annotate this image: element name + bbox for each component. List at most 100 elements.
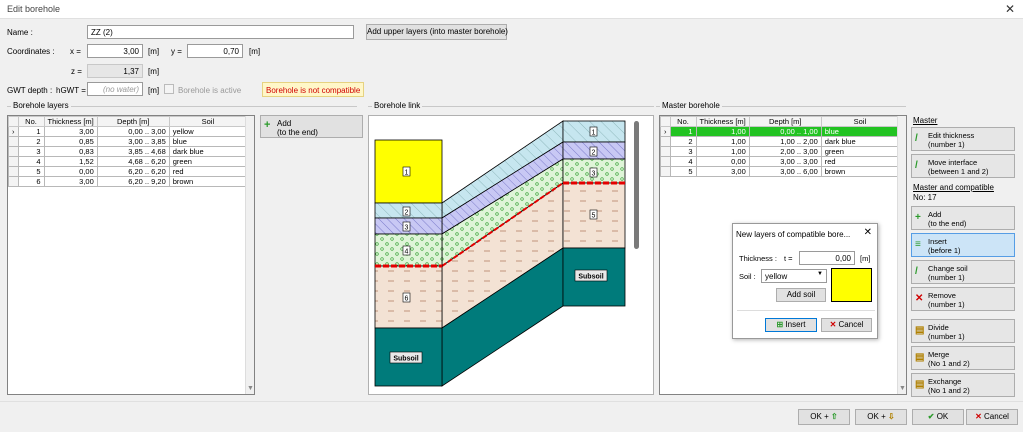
vertical-scrollbar[interactable]: ▼: [245, 116, 254, 394]
x-unit: [m]: [148, 47, 160, 56]
arrow-up-icon: ⇧: [830, 412, 838, 421]
insert-button[interactable]: ⊞ Insert: [765, 318, 817, 332]
thickness-label: Thickness :: [739, 254, 777, 263]
move-icon: /: [915, 160, 918, 171]
move-interface-button[interactable]: / Move interface (between 1 and 2): [911, 154, 1015, 178]
thickness-input[interactable]: 0,00: [799, 251, 855, 265]
remove-button[interactable]: ✕ Remove (number 1): [911, 287, 1015, 311]
table-row[interactable]: 5 0,00 6,20 .. 6,20 red: [8, 166, 248, 177]
check-icon: ✔: [927, 412, 935, 421]
dialog-title: New layers of compatible bore...: [736, 230, 851, 239]
insert-icon: ≡: [915, 239, 921, 250]
exchange-button[interactable]: ▤ Exchange (No 1 and 2): [911, 373, 1015, 397]
table-row-selected[interactable]: › 1 1,00 0,00 .. 1,00 blue: [660, 126, 900, 137]
t-label: t =: [784, 254, 793, 263]
close-icon[interactable]: ✕: [864, 227, 872, 238]
merge-icon: ▤: [915, 352, 925, 363]
table-row[interactable]: 5 3,00 3,00 .. 6,00 brown: [660, 166, 900, 177]
col-no: No.: [17, 116, 45, 127]
layer-tag-left-6: 6: [405, 296, 409, 303]
col-soil: Soil: [168, 116, 248, 127]
active-checkbox[interactable]: [164, 84, 174, 94]
cancel-button[interactable]: ✕ Cancel: [821, 318, 872, 332]
layer-tag-right-2: 2: [592, 150, 596, 157]
add-layer-sublabel: (to the end): [277, 128, 318, 137]
layer-tag-right-3: 3: [592, 171, 596, 178]
gwt-input[interactable]: (no water): [87, 82, 143, 96]
col-thickness: Thickness [m]: [43, 116, 98, 127]
merge-button[interactable]: ▤ Merge (No 1 and 2): [911, 346, 1015, 370]
table-row[interactable]: › 1 3,00 0,00 .. 3,00 yellow: [8, 126, 248, 137]
close-icon[interactable]: ✕: [1005, 2, 1015, 16]
insert-before-button[interactable]: ≡ Insert (before 1): [911, 233, 1015, 257]
borehole-link-header: Borehole link: [368, 101, 654, 110]
gwt-unit: [m]: [148, 86, 160, 95]
scroll-down-icon[interactable]: ▼: [899, 385, 906, 392]
edit-thickness-button[interactable]: / Edit thickness (number 1): [911, 127, 1015, 151]
ok-button[interactable]: ✔ OK: [912, 409, 964, 425]
change-soil-button[interactable]: / Change soil (number 1): [911, 260, 1015, 284]
plus-icon: +: [915, 212, 921, 223]
layer-tag-left-2: 2: [405, 210, 409, 217]
table-row[interactable]: 2 0,85 3,00 .. 3,85 blue: [8, 136, 248, 147]
x-label: x =: [70, 47, 81, 56]
table-row[interactable]: 3 0,83 3,85 .. 4,68 dark blue: [8, 146, 248, 157]
cancel-dialog-button[interactable]: ✕ Cancel: [966, 409, 1018, 425]
title-bar: Edit borehole ✕: [0, 0, 1023, 19]
thickness-unit: [m]: [860, 254, 871, 263]
subsoil-label-left: Subsoil: [393, 356, 418, 363]
master-compatible-number: No: 17: [913, 193, 937, 202]
cancel-icon: ✕: [975, 412, 982, 421]
table-row[interactable]: 6 3,00 6,20 .. 9,20 brown: [8, 176, 248, 187]
layer-tag-right-1: 1: [592, 130, 596, 137]
arrow-down-icon: ⇩: [887, 412, 895, 421]
col-depth: Depth [m]: [96, 116, 170, 127]
window-title: Edit borehole: [7, 4, 61, 14]
coordinates-label: Coordinates :: [7, 47, 55, 56]
footer-divider: [0, 401, 1023, 402]
plus-icon: +: [264, 119, 271, 131]
gwt-label: GWT depth :: [7, 86, 53, 95]
dialog-divider: [737, 310, 875, 311]
ok-plus-up-button[interactable]: OK + ⇧: [798, 409, 850, 425]
table-row[interactable]: 4 0,00 3,00 .. 3,00 red: [660, 156, 900, 167]
add-upper-layers-button[interactable]: Add upper layers (into master borehole): [366, 24, 508, 40]
master-borehole-table: No. Thickness [m] Depth [m] Soil › 1 1,00 0…: [660, 116, 900, 177]
add-soil-button[interactable]: Add soil: [776, 288, 826, 302]
y-input[interactable]: 0,70: [187, 44, 243, 58]
borehole-layers-grid[interactable]: No. Thickness [m] Depth [m] Soil › 1 3,00 0…: [7, 115, 255, 395]
soil-label: Soil :: [739, 272, 756, 281]
col-thickness: Thickness [m]: [695, 116, 750, 127]
master-borehole-header: Master borehole: [656, 101, 906, 110]
divide-icon: ▤: [915, 325, 925, 336]
active-label: Borehole is active: [178, 86, 242, 95]
master-section-label: Master: [913, 116, 938, 125]
scroll-down-icon[interactable]: ▼: [247, 385, 254, 392]
vertical-scrollbar[interactable]: ▼: [897, 116, 906, 394]
divide-button[interactable]: ▤ Divide (number 1): [911, 319, 1015, 343]
cancel-icon: ✕: [829, 320, 837, 329]
borehole-link-canvas: 1 2 3 4 6 1 2 3 5 Subsoil Subsoil: [368, 115, 654, 395]
col-no: No.: [669, 116, 697, 127]
z-label: z =: [71, 67, 82, 76]
table-row[interactable]: 4 1,52 4,68 .. 6,20 green: [8, 156, 248, 167]
add-layer-button[interactable]: + Add (to the end): [260, 115, 363, 138]
remove-icon: ✕: [915, 293, 924, 304]
table-row[interactable]: 2 1,00 1,00 .. 2,00 dark blue: [660, 136, 900, 147]
name-label: Name :: [7, 28, 33, 37]
name-input[interactable]: ZZ (2): [87, 25, 354, 39]
ok-plus-down-button[interactable]: OK + ⇩: [855, 409, 907, 425]
new-layers-dialog: New layers of compatible bore... ✕ Thick…: [732, 223, 878, 339]
soil-color-swatch: [831, 268, 872, 302]
z-unit: [m]: [148, 67, 160, 76]
z-input: 1,37: [87, 64, 143, 78]
add-to-end-button[interactable]: + Add (to the end): [911, 206, 1015, 230]
master-compatible-label: Master and compatible: [913, 183, 994, 192]
subsoil-label-right: Subsoil: [578, 274, 603, 281]
change-icon: /: [915, 266, 918, 277]
x-input[interactable]: 3,00: [87, 44, 143, 58]
y-label: y =: [171, 47, 182, 56]
table-row[interactable]: 3 1,00 2,00 .. 3,00 green: [660, 146, 900, 157]
borehole-link-diagram: 1 2 3 4 6 1 2 3 5 Subsoil Subsoil: [374, 120, 639, 387]
chevron-down-icon[interactable]: ▼: [817, 271, 823, 277]
